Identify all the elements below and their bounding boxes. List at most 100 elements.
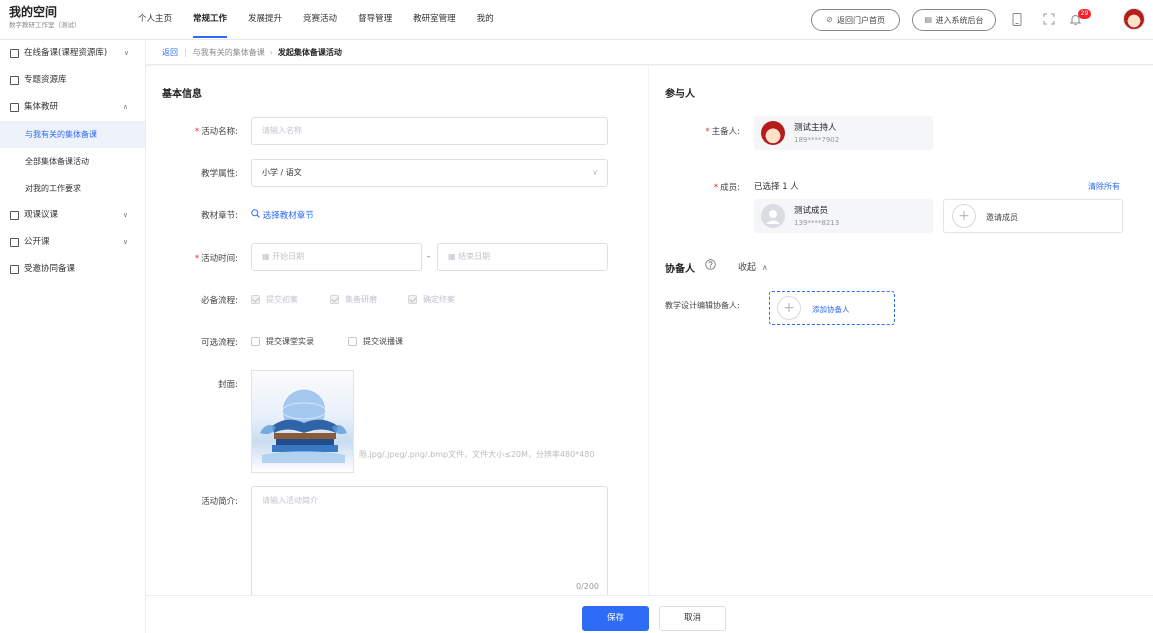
admin-backend-button[interactable]: ▤ 进入系统后台 [912,9,996,31]
required-mark: * [713,183,719,193]
process-collective-polish-checkbox[interactable]: 集备研磨 [330,294,377,305]
breadcrumb-divider: | [184,47,187,57]
footer-actions: 保存 取消 [146,595,1153,633]
select-chapter-link[interactable]: 选择教材章节 [251,209,314,221]
sidebar-item-collective-research[interactable]: 集体教研 ∧ [0,94,145,121]
collapse-toggle[interactable]: 收起 ∧ [738,260,768,273]
chevron-up-icon: ∧ [761,263,768,272]
teaching-attr-value: 小学 / 语文 [262,168,302,177]
sidebar-item-online-lesson[interactable]: 在线备课(课程资源库) ∨ [0,40,145,67]
required-mark: * [194,127,200,137]
cancel-button[interactable]: 取消 [659,606,726,631]
member-label: * 成员: [714,181,740,193]
sidebar-item-label: 集体教研 [24,102,59,112]
activity-intro-textarea[interactable]: 请输入活动简介 0/200 [251,486,608,600]
sidebar-item-label: 受邀协同备课 [24,264,76,274]
member-card[interactable]: 测试成员 139****8213 [754,199,933,233]
member-avatar [761,204,785,228]
process-option-label: 提交初案 [266,295,298,304]
member-count: 已选择 1 人 [754,182,799,192]
process-submit-draft-checkbox[interactable]: 提交初案 [251,294,298,305]
invite-member-button[interactable]: + 邀请成员 [943,199,1123,233]
calendar-icon: ▦ [262,252,270,261]
host-label-text: 主备人: [711,127,740,137]
activity-intro-label: 活动简介: [201,497,238,507]
nav-item-mine[interactable]: 我的 [477,0,494,40]
sidebar-item-label: 在线备课(课程资源库) [24,48,108,58]
checkbox-icon [251,337,260,346]
activity-name-input[interactable]: 请输入名称 [251,117,608,145]
chevron-down-icon: ∨ [123,49,129,57]
teaching-attr-label: 教学属性: [201,169,238,179]
save-button[interactable]: 保存 [582,606,649,631]
chevron-up-icon: ∧ [122,103,128,111]
add-assistant-label: 添加协备人 [812,305,850,314]
date-separator: - [427,252,431,262]
activity-name-label-text: 活动名称: [201,127,238,137]
mobile-icon[interactable] [1009,11,1025,27]
nav-item-supervision[interactable]: 督导管理 [358,0,392,40]
sidebar-item-label: 全部集体备课活动 [25,157,89,166]
design-editor-label: 教学设计编辑协备人: [665,301,740,310]
process-lesson-talk-checkbox[interactable]: 提交说播课 [348,336,403,347]
checkbox-checked-icon [251,295,260,304]
file-icon [10,49,19,58]
select-chapter-label: 选择教材章节 [262,211,314,221]
admin-backend-label: 进入系统后台 [935,15,984,25]
nav-item-development[interactable]: 发展提升 [248,0,282,40]
calendar-icon: ▦ [448,252,456,261]
sidebar-item-open-class[interactable]: 公开课 ∨ [0,229,145,256]
host-avatar [761,121,785,145]
nav-item-routine-work[interactable]: 常规工作 [193,0,228,40]
compass-icon: ⊘ [826,15,833,24]
add-assistant-button[interactable]: + 添加协备人 [769,291,895,325]
fullscreen-icon[interactable] [1041,11,1057,27]
plus-icon: + [952,204,976,228]
participants-panel: 参与人 * 主备人: 测试主持人 189****7902 * 成员: 已选择 1 人… [649,66,1153,595]
sidebar-item-label: 专题资源库 [24,75,67,85]
sidebar-item-all-activities[interactable]: 全部集体备课活动 [0,148,145,175]
top-bar: 我的空间 数字教研工作室（测试） 个人主页 常规工作 发展提升 竞赛活动 督导管… [0,0,1153,40]
sidebar-item-related-lessons[interactable]: 与我有关的集体备课 [0,121,145,148]
breadcrumb-current: 发起集体备课活动 [277,47,342,57]
back-link[interactable]: 返回 [162,47,178,58]
sidebar: 在线备课(课程资源库) ∨ 专题资源库 集体教研 ∧ 与我有关的集体备课 全部集… [0,40,146,633]
end-date-input[interactable]: ▦ 结束日期 [437,243,608,271]
clear-all-link[interactable]: 清除所有 [1088,181,1120,192]
sidebar-item-invited-collab[interactable]: 受邀协同备课 [0,256,145,283]
user-avatar[interactable] [1123,8,1145,30]
required-mark: * [705,127,710,137]
sidebar-item-work-requirements[interactable]: 对我的工作要求 [0,175,145,202]
checkbox-icon [348,337,357,346]
sidebar-item-label: 观课议课 [24,210,59,220]
chevron-down-icon: ∨ [592,168,598,177]
process-class-record-checkbox[interactable]: 提交课堂实录 [251,336,314,347]
cover-image[interactable] [251,370,354,473]
chevron-down-icon: ∨ [122,211,128,219]
sidebar-item-observe-lessons[interactable]: 观课议课 ∨ [0,202,145,229]
portal-home-button[interactable]: ⊘ 返回门户首页 [811,9,900,31]
sidebar-item-topic-library[interactable]: 专题资源库 [0,67,145,94]
nav-item-office-management[interactable]: 教研室管理 [413,0,456,40]
basic-info-panel: 基本信息 * 活动名称: 请输入名称 教学属性: 小学 / 语文 ∨ 教材章节: … [146,66,648,600]
breadcrumb-parent[interactable]: 与我有关的集体备课 [193,47,265,58]
checkbox-checked-icon [408,295,417,304]
intro-char-counter: 0/200 [575,582,599,591]
start-date-input[interactable]: ▦ 开始日期 [251,243,422,271]
nav-item-home[interactable]: 个人主页 [138,0,172,40]
process-final-draft-checkbox[interactable]: 确定终案 [408,294,455,305]
cover-label: 封面: [218,380,238,390]
start-date-placeholder: 开始日期 [272,252,305,261]
cover-illustration [260,388,347,463]
brand[interactable]: 我的空间 数字教研工作室（测试） [9,5,81,30]
chevron-down-icon: ∨ [122,238,128,246]
chevron-right-icon: › [269,47,273,57]
teaching-attr-select[interactable]: 小学 / 语文 ∨ [251,159,608,187]
process-option-label: 提交说播课 [363,337,403,346]
chapter-label: 教材章节: [201,211,238,221]
screen-icon [10,238,19,247]
people-icon [10,265,19,274]
help-icon[interactable] [705,259,716,273]
process-option-label: 集备研磨 [345,295,377,304]
nav-item-competition[interactable]: 竞赛活动 [303,0,337,40]
